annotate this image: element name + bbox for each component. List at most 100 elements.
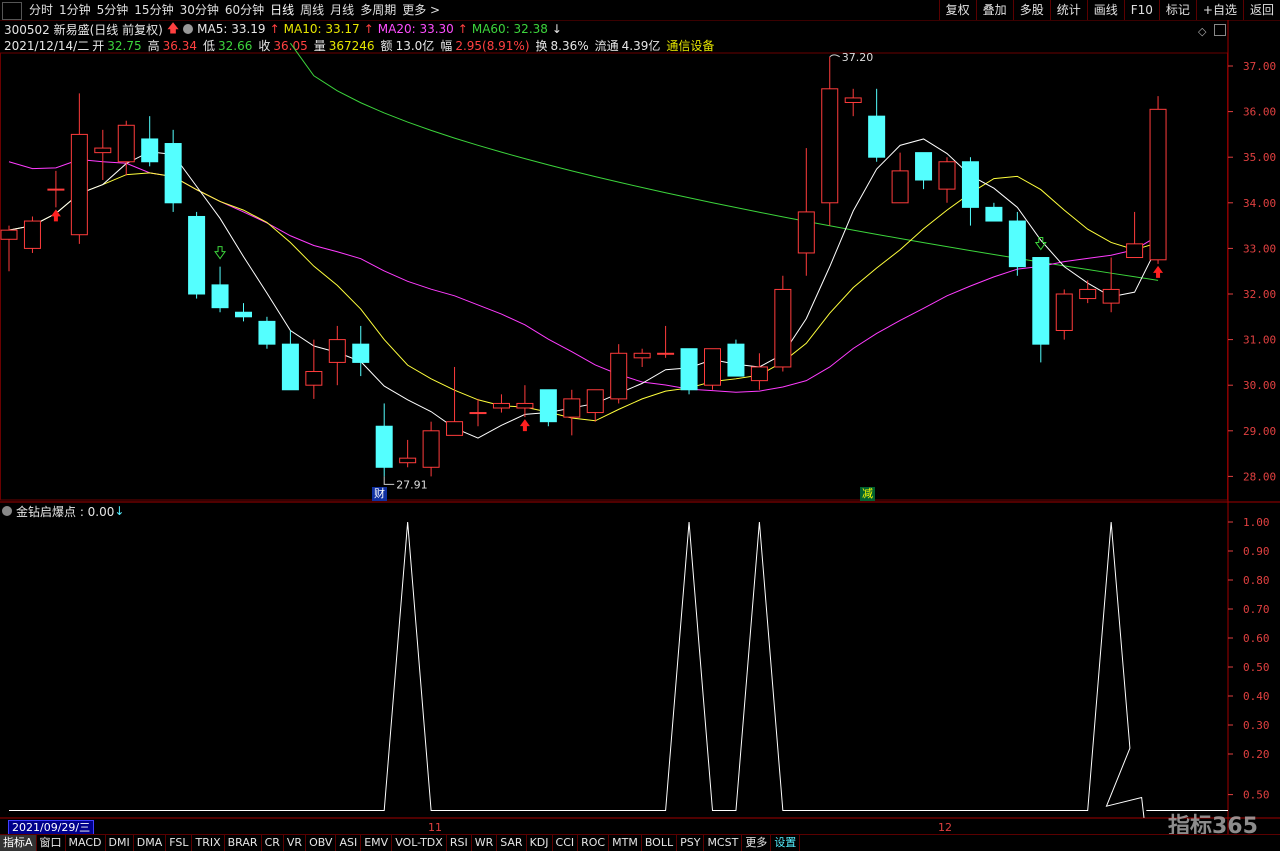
expand-icon[interactable] — [1214, 24, 1226, 36]
period-tab-0[interactable]: 分时 — [26, 0, 56, 20]
candle-down — [680, 348, 698, 391]
settings-icon[interactable] — [183, 24, 194, 34]
period-tab-7[interactable]: 周线 — [297, 0, 327, 20]
candle-down — [375, 425, 393, 468]
close-label: 收 — [258, 39, 271, 53]
ma20-line — [8, 158, 1159, 393]
indicator-tab-5[interactable]: FSL — [166, 835, 193, 851]
candle-down — [258, 320, 276, 345]
sell-arrow-icon — [1034, 237, 1047, 251]
function-button-1[interactable]: 叠加 — [975, 0, 1013, 20]
high-value: 36.34 — [162, 39, 197, 53]
candle-up — [94, 147, 112, 154]
open-value: 32.75 — [107, 39, 142, 53]
candle-up — [446, 421, 464, 436]
period-tab-2[interactable]: 5分钟 — [94, 0, 132, 20]
candle-up — [328, 339, 346, 363]
candle-down — [164, 143, 182, 204]
indicator-tab-9[interactable]: VR — [284, 835, 307, 851]
ma5-value: MA5: 33.19 — [197, 22, 266, 36]
indicator-axis-label: 0.50 — [1243, 789, 1270, 802]
function-button-0[interactable]: 复权 — [938, 0, 976, 20]
indicator-tab-4[interactable]: DMA — [134, 835, 167, 851]
indicator-tab-12[interactable]: EMV — [361, 835, 393, 851]
function-button-3[interactable]: 统计 — [1049, 0, 1087, 20]
x-label-dec: 12 — [938, 821, 952, 834]
period-tab-9[interactable]: 多周期 — [357, 0, 399, 20]
price-axis-label: 37.00 — [1243, 60, 1276, 73]
indicator-header: 金钻启爆点 : 0.00 ↓ — [2, 503, 124, 519]
x-label-nov: 11 — [428, 821, 442, 834]
indicator-settings-icon[interactable] — [2, 506, 12, 516]
indicator-tab-1[interactable]: 窗口 — [37, 835, 66, 851]
indicator-tab-14[interactable]: RSI — [447, 835, 472, 851]
indicator-tab-23[interactable]: MCST — [704, 835, 743, 851]
indicator-tab-15[interactable]: WR — [472, 835, 498, 851]
candle-down — [188, 215, 206, 295]
window-control-icon[interactable] — [2, 2, 22, 20]
function-button-8[interactable]: 返回 — [1242, 0, 1280, 20]
amount-label: 额 — [380, 39, 393, 53]
indicator-tab-25[interactable]: 设置 — [771, 835, 801, 851]
ma5-line — [8, 138, 1159, 439]
period-tab-3[interactable]: 15分钟 — [131, 0, 176, 20]
indicator-tab-17[interactable]: KDJ — [527, 835, 553, 851]
period-tab-1[interactable]: 1分钟 — [56, 0, 94, 20]
volume-value: 367246 — [328, 39, 375, 53]
price-axis-label: 34.00 — [1243, 197, 1276, 210]
indicator-tab-0[interactable]: 指标A — [0, 835, 37, 851]
period-tab-5[interactable]: 60分钟 — [222, 0, 267, 20]
ma5-up-icon: ↑ — [269, 22, 280, 36]
sell-arrow-icon — [214, 246, 227, 260]
period-tab-10[interactable]: 更多 > — [399, 0, 443, 20]
indicator-axis-label: 0.50 — [1243, 661, 1270, 674]
indicator-tab-10[interactable]: OBV — [306, 835, 337, 851]
indicator-tab-24[interactable]: 更多 — [742, 835, 772, 851]
function-button-5[interactable]: F10 — [1123, 0, 1159, 20]
candle-down — [539, 389, 557, 423]
candle-up — [774, 288, 792, 368]
indicator-tab-7[interactable]: BRAR — [225, 835, 262, 851]
period-tab-8[interactable]: 月线 — [327, 0, 357, 20]
low-label: 27.91 — [396, 478, 428, 491]
indicator-tab-21[interactable]: BOLL — [642, 835, 678, 851]
candle-up — [563, 398, 581, 418]
indicator-axis-label: 0.90 — [1243, 545, 1270, 558]
indicator-tab-18[interactable]: CCI — [553, 835, 579, 851]
industry: 通信设备 — [666, 39, 715, 53]
diamond-icon[interactable]: ◇ — [1198, 25, 1206, 38]
period-tab-6[interactable]: 日线 — [267, 0, 297, 20]
function-button-4[interactable]: 画线 — [1086, 0, 1124, 20]
indicator-tab-3[interactable]: DMI — [106, 835, 134, 851]
indicator-tab-2[interactable]: MACD — [66, 835, 106, 851]
candle-up — [1149, 108, 1167, 261]
price-axis-label: 29.00 — [1243, 425, 1276, 438]
indicator-tab-22[interactable]: PSY — [677, 835, 705, 851]
indicator-tab-19[interactable]: ROC — [578, 835, 610, 851]
candle-up — [704, 348, 721, 386]
indicator-tab-6[interactable]: TRIX — [192, 835, 225, 851]
function-button-2[interactable]: 多股 — [1012, 0, 1050, 20]
period-tab-4[interactable]: 30分钟 — [177, 0, 222, 20]
price-axis-label: 35.00 — [1243, 151, 1276, 164]
candle-up — [117, 124, 135, 163]
float-label: 流通 — [594, 39, 619, 53]
indicator-tab-20[interactable]: MTM — [609, 835, 642, 851]
main-panel-frame — [0, 52, 1228, 501]
indicator-tab-16[interactable]: SAR — [497, 835, 527, 851]
candle-down — [281, 343, 299, 391]
indicator-tab-8[interactable]: CR — [262, 835, 284, 851]
indicator-tab-13[interactable]: VOL-TDX — [392, 835, 447, 851]
indicator-down-icon: ↓ — [114, 504, 125, 518]
function-button-7[interactable]: +自选 — [1195, 0, 1243, 20]
indicator-axis-label: 0.60 — [1243, 632, 1270, 645]
reduce-marker[interactable]: 减 — [860, 487, 875, 501]
open-label: 开 — [92, 39, 105, 53]
function-button-6[interactable]: 标记 — [1158, 0, 1196, 20]
finance-marker[interactable]: 财 — [372, 487, 387, 501]
candle-down — [727, 343, 745, 377]
function-tabs: 复权 叠加 多股 统计 画线 F10 标记 +自选 返回 — [938, 0, 1280, 20]
candle-up — [821, 88, 839, 204]
indicator-tab-11[interactable]: ASI — [336, 835, 362, 851]
candle-up — [797, 211, 815, 254]
